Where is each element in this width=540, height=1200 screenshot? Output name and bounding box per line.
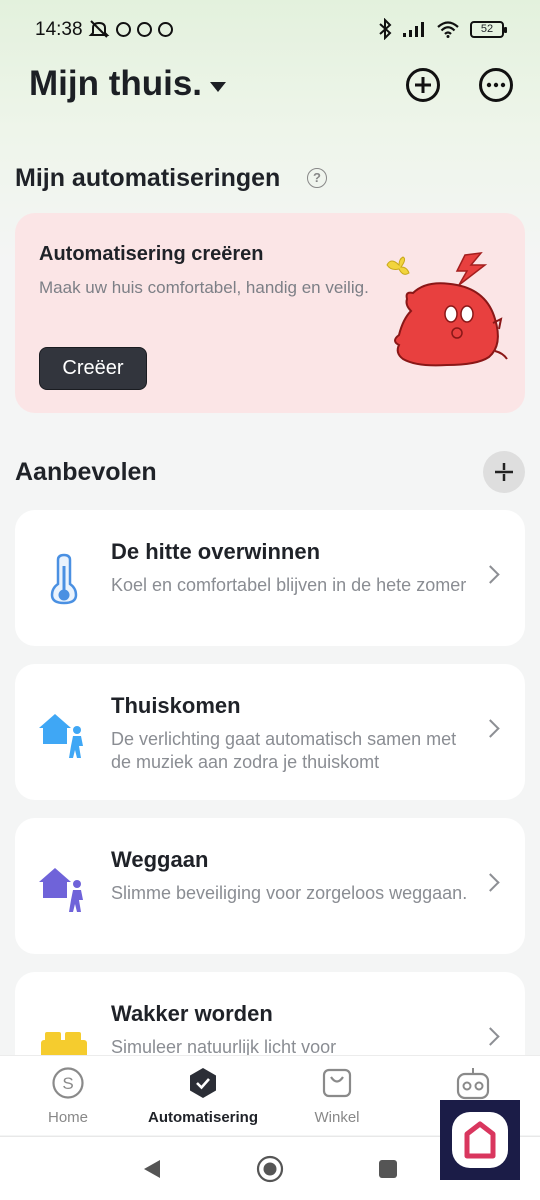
chevron-right-icon: [481, 719, 500, 738]
chevron-down-icon[interactable]: [210, 82, 226, 92]
recommend-description: De verlichting gaat automatisch samen me…: [111, 729, 457, 772]
chevron-right-icon: [481, 873, 500, 892]
notification-dot-icon: [158, 21, 173, 37]
help-icon[interactable]: ?: [307, 168, 327, 188]
back-icon[interactable]: [142, 1158, 162, 1180]
collapse-arrows-icon: [495, 463, 513, 481]
create-card-title: Automatisering creëren: [39, 243, 264, 265]
svg-text:S: S: [62, 1074, 73, 1093]
home-leave-icon: [39, 868, 83, 912]
collapse-button[interactable]: [483, 451, 525, 493]
more-dots-icon: [486, 82, 506, 88]
notification-dot-icon: [137, 21, 152, 37]
home-arrive-icon: [39, 714, 83, 758]
wifi-icon: [437, 21, 459, 38]
notification-dot-icon: [116, 21, 131, 37]
chevron-right-icon: [481, 1027, 500, 1046]
recommend-description: Koel en comfortabel blijven in de hete z…: [111, 575, 467, 595]
more-options-button[interactable]: [479, 68, 513, 102]
recommend-title: Weggaan: [111, 847, 209, 872]
signal-icon: [403, 22, 424, 37]
recommend-card-beat-heat[interactable]: De hitte overwinnen Koel en comfortabel …: [15, 510, 525, 646]
bluetooth-icon: [379, 18, 392, 40]
home-circle-icon[interactable]: [256, 1155, 284, 1183]
nav-shop[interactable]: Winkel: [272, 1066, 402, 1126]
chevron-right-icon: [481, 565, 500, 584]
thermometer-icon: [50, 553, 78, 605]
automations-title: Mijn automatiseringen: [15, 164, 281, 192]
create-automation-card: Automatisering creëren Maak uw huis comf…: [15, 213, 525, 413]
recommend-description: Slimme beveiliging voor zorgeloos weggaa…: [111, 883, 468, 903]
house-logo-icon: [452, 1112, 508, 1168]
recommend-title: Wakker worden: [111, 1001, 273, 1026]
recommend-card-come-home[interactable]: Thuiskomen De verlichting gaat automatis…: [15, 664, 525, 800]
recommended-title: Aanbevolen: [15, 458, 157, 486]
recents-icon[interactable]: [378, 1159, 398, 1179]
home-selector[interactable]: Mijn thuis.: [29, 64, 202, 104]
home-s-icon: S: [52, 1067, 84, 1099]
status-time: 14:38: [35, 19, 83, 40]
automation-check-icon: [190, 1068, 216, 1098]
recommend-card-leave[interactable]: Weggaan Slimme beveiliging voor zorgeloo…: [15, 818, 525, 954]
recommend-title: De hitte overwinnen: [111, 539, 321, 564]
shop-bag-icon: [322, 1068, 352, 1098]
create-card-description: Maak uw huis comfortabel, handig en veil…: [39, 278, 369, 297]
create-button[interactable]: Creëer: [39, 347, 147, 390]
robot-icon: [456, 1068, 490, 1100]
add-button[interactable]: [406, 68, 440, 102]
plus-icon: [415, 77, 431, 93]
app-logo-badge: [440, 1100, 520, 1180]
recommend-title: Thuiskomen: [111, 693, 241, 718]
nav-home[interactable]: S Home: [3, 1066, 133, 1126]
nav-automation[interactable]: Automatisering: [138, 1066, 268, 1126]
mascot-illustration: [386, 252, 508, 367]
nav-home-label: Home: [47, 1109, 88, 1126]
battery-icon: 52: [470, 20, 507, 38]
mute-bell-icon: [88, 20, 110, 38]
nav-shop-label: Winkel: [314, 1109, 360, 1126]
nav-automation-label: Automatisering: [147, 1109, 258, 1126]
status-bar: 14:38 52: [0, 0, 540, 60]
